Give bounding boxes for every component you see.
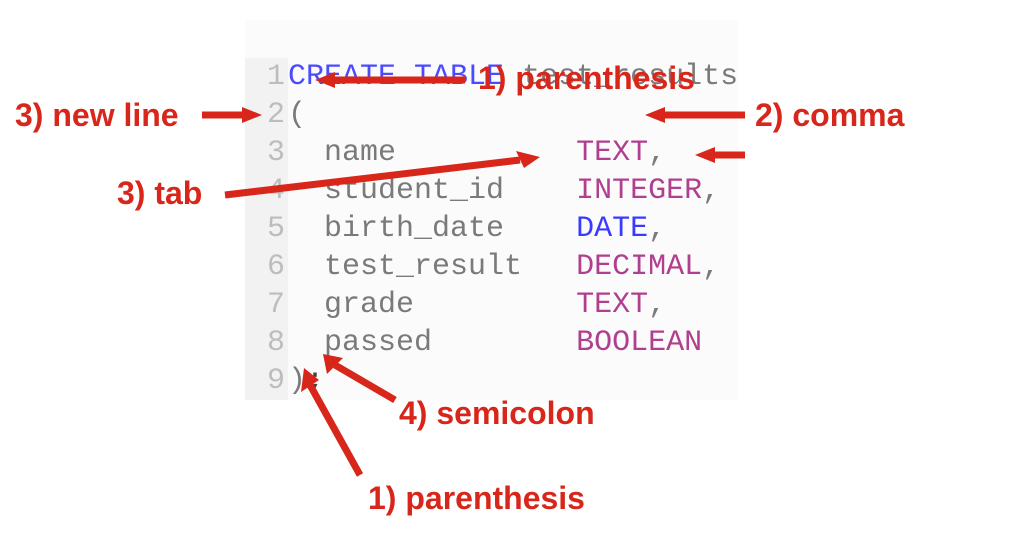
annotation-tab: 3) tab bbox=[117, 175, 202, 212]
comma: , bbox=[702, 174, 720, 208]
comma: , bbox=[648, 212, 666, 246]
diagram-stage: 1CREATE TABLE test_results 2( 3 name TEX… bbox=[0, 0, 1024, 547]
arrow-icon bbox=[220, 150, 550, 200]
col-name: test_result bbox=[324, 250, 522, 284]
line-number: 9 bbox=[245, 362, 288, 400]
col-type: TEXT bbox=[576, 136, 648, 170]
comma: , bbox=[702, 250, 720, 284]
comma: , bbox=[648, 136, 666, 170]
line-number: 8 bbox=[245, 324, 288, 362]
annotation-paren-bottom: 1) parenthesis bbox=[368, 480, 585, 517]
open-paren: ( bbox=[288, 98, 306, 132]
arrow-icon bbox=[310, 70, 470, 90]
arrow-icon bbox=[197, 105, 267, 125]
line-number: 6 bbox=[245, 248, 288, 286]
col-type: TEXT bbox=[576, 288, 648, 322]
col-name: birth_date bbox=[324, 212, 504, 246]
annotation-paren-top: 1) parenthesis bbox=[478, 60, 695, 97]
line-number: 7 bbox=[245, 286, 288, 324]
col-type: BOOLEAN bbox=[576, 326, 702, 360]
comma: , bbox=[648, 288, 666, 322]
col-type: INTEGER bbox=[576, 174, 702, 208]
arrow-icon bbox=[640, 105, 750, 125]
annotation-semicolon: 4) semicolon bbox=[399, 395, 595, 432]
col-name: grade bbox=[324, 288, 414, 322]
annotation-comma: 2) comma bbox=[755, 97, 904, 134]
line-number: 1 bbox=[245, 58, 288, 96]
annotation-new-line: 3) new line bbox=[15, 97, 179, 134]
col-type: DATE bbox=[576, 212, 648, 246]
arrow-icon bbox=[690, 145, 750, 165]
col-type: DECIMAL bbox=[576, 250, 702, 284]
arrow-icon bbox=[290, 365, 370, 480]
line-number: 5 bbox=[245, 210, 288, 248]
